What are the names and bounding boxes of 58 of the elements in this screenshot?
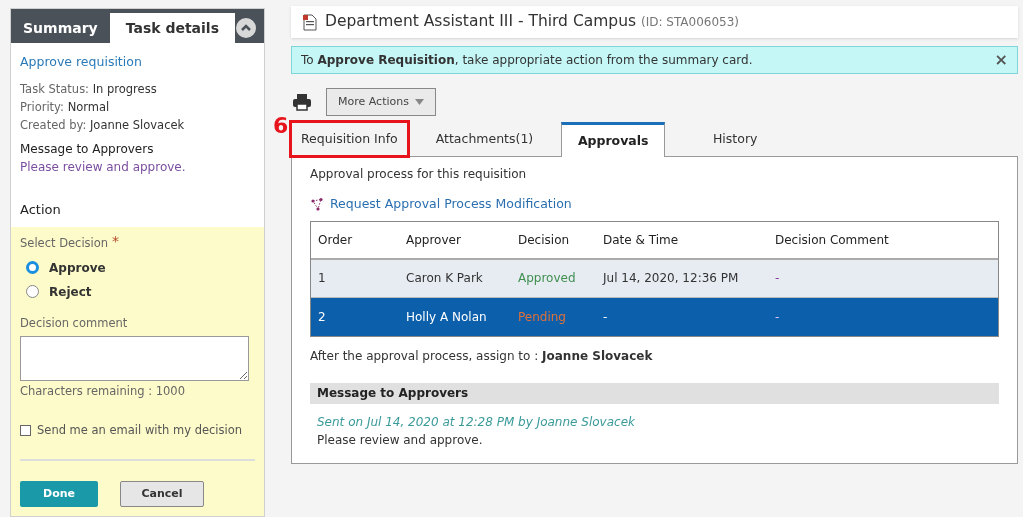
panel-tab[interactable]: Task details <box>109 13 235 43</box>
table-cell-text: - <box>775 308 781 326</box>
request-modification-link[interactable]: Request Approval Process Modification <box>330 195 572 214</box>
tab[interactable]: Requisition Info <box>291 122 408 156</box>
tab[interactable]: History <box>683 122 788 156</box>
intro-text: Approval process for this requisition <box>310 166 528 183</box>
action-heading: Action <box>20 200 62 219</box>
callout-number: 6 <box>273 112 289 140</box>
message-heading: Message to Approvers <box>20 140 155 158</box>
email-option-label[interactable]: Send me an email with my decision <box>37 422 243 440</box>
table-cell-text: - <box>775 270 781 288</box>
tab[interactable]: Approvals <box>561 122 666 157</box>
task-field: Priority: Normal <box>20 97 255 116</box>
process-icon <box>310 196 325 212</box>
message-text: Please review and approve. <box>317 431 484 449</box>
decision-label: Select Decision <box>20 235 109 253</box>
radio-icon[interactable] <box>26 285 39 298</box>
required-mark: * <box>112 235 120 248</box>
tab[interactable]: Attachments(1) <box>425 122 544 156</box>
approval-row[interactable]: 2 Holly A Nolan Pending - - <box>311 297 998 336</box>
panel-tab[interactable]: Summary <box>11 13 110 43</box>
table-cell-text: 2 <box>318 308 327 326</box>
decision-status: Pending <box>518 309 566 324</box>
page-title: Department Assistant III - Third Campus (ID: STA006053) <box>325 11 740 33</box>
column-header: Approver <box>406 231 462 249</box>
comment-label: Decision comment <box>20 314 129 332</box>
task-title[interactable]: Approve requisition <box>20 53 255 72</box>
column-header: Order <box>318 231 354 249</box>
message-meta: Sent on Jul 14, 2020 at 12:28 PM by Joanne Slovacek <box>317 413 636 431</box>
column-header: Decision Comment <box>775 231 890 249</box>
printer-icon[interactable] <box>292 93 312 111</box>
notice-text: To Approve Requisition, take appropriate action from the summary card. <box>301 52 753 69</box>
table-cell-text: Jul 14, 2020, 12:36 PM <box>603 270 740 288</box>
comment-field[interactable] <box>20 335 249 381</box>
radio-icon[interactable] <box>26 261 39 274</box>
assign-text: After the approval process, assign to : Joanne Slovacek <box>310 347 654 365</box>
message-text: Please review and approve. <box>20 158 187 176</box>
table-cell-text: 1 <box>318 270 327 288</box>
email-checkbox[interactable] <box>20 425 31 437</box>
column-header: Decision <box>518 231 571 249</box>
task-field: Created by: Joanne Slovacek <box>20 115 255 134</box>
decision-radio[interactable]: Reject <box>26 282 255 301</box>
dropdown-caret-icon <box>414 99 424 105</box>
document-icon <box>303 13 317 31</box>
column-header: Date & Time <box>603 231 680 249</box>
table-cell-text: - <box>603 308 609 326</box>
table-cell-text: Caron K Park <box>406 270 484 288</box>
characters-remaining: Characters remaining : 1000 <box>20 382 186 400</box>
task-field: Task Status: In progress <box>20 79 255 98</box>
table-cell-text: Holly A Nolan <box>406 308 488 326</box>
decision-status: Approved <box>518 271 576 286</box>
decision-radio[interactable]: Approve <box>26 258 255 277</box>
collapse-icon[interactable] <box>236 18 256 38</box>
form-button[interactable]: Cancel <box>120 481 204 508</box>
message-heading: Message to Approvers <box>317 385 469 403</box>
close-button[interactable]: × <box>994 48 1008 72</box>
more-actions-button[interactable]: More Actions <box>326 88 436 116</box>
approval-row[interactable]: 1 Caron K Park Approved Jul 14, 2020, 12:36 PM - <box>311 259 998 298</box>
